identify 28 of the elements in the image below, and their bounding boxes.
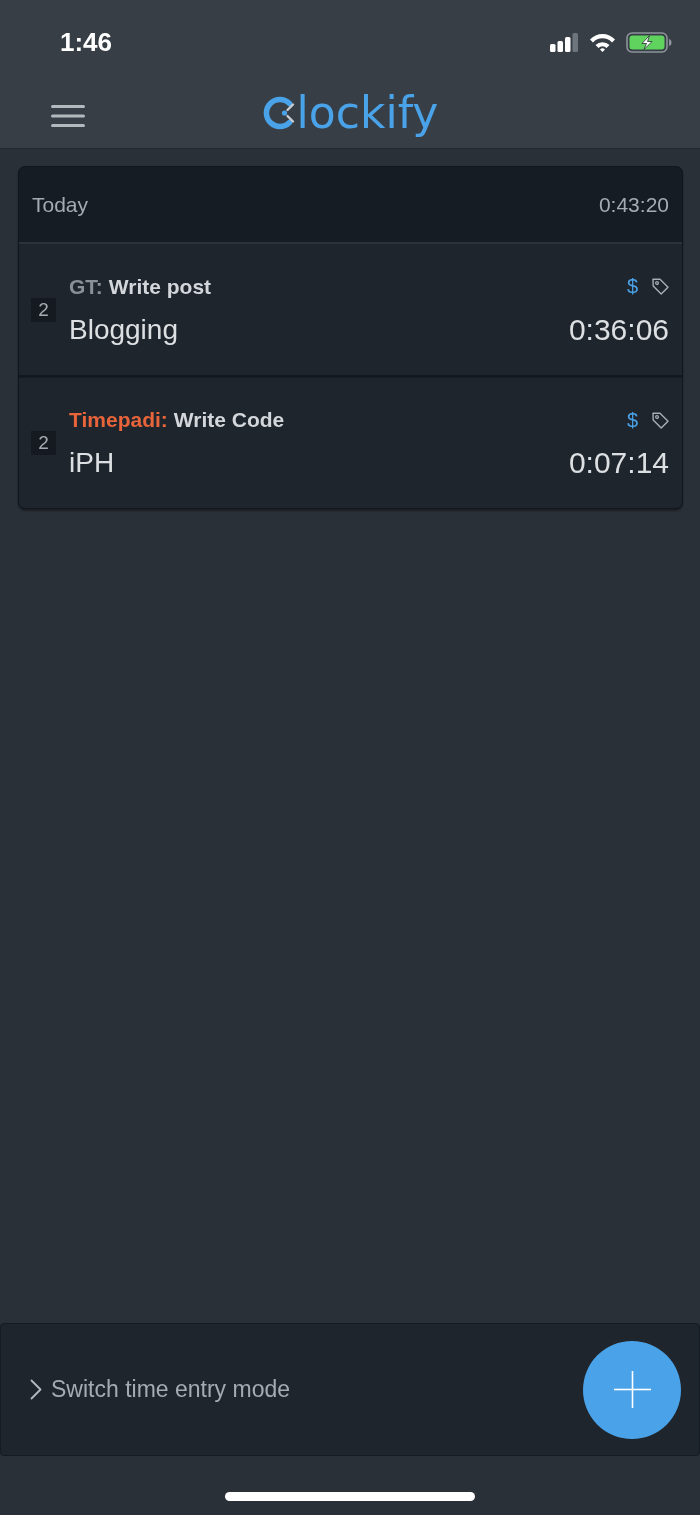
project-name: Timepadi: — [69, 408, 168, 432]
plus-icon — [613, 1371, 651, 1408]
switch-mode-link[interactable]: Switch time entry mode — [30, 1376, 291, 1403]
signal-icon — [550, 32, 579, 52]
entry-description: Blogging — [69, 313, 178, 346]
wifi-icon — [589, 32, 616, 52]
entry-duration: 0:07:14 — [568, 446, 669, 480]
day-label: Today — [32, 192, 89, 217]
entry-count-badge[interactable]: 2 — [31, 431, 56, 455]
task-name: Write post — [108, 274, 212, 299]
project-name: GT: — [69, 274, 103, 299]
day-total-duration: 0:43:20 — [598, 192, 669, 217]
tag-icon[interactable] — [652, 278, 669, 295]
entry-description: iPH — [69, 447, 115, 479]
task-name: Write Code — [173, 408, 285, 432]
chevron-right-icon — [30, 1379, 42, 1400]
clock-logo-icon — [261, 94, 296, 132]
time-entry-row[interactable]: 2 Timepadi: Write Code $ iPH 0:07:14 — [19, 377, 682, 508]
menu-icon[interactable] — [51, 104, 85, 128]
status-time: 1:46 — [60, 26, 113, 58]
battery-icon — [626, 31, 672, 53]
billable-dollar-icon[interactable]: $ — [626, 408, 638, 432]
entry-count-badge[interactable]: 2 — [31, 297, 56, 322]
billable-dollar-icon[interactable]: $ — [626, 275, 638, 298]
entry-duration: 0:36:06 — [568, 312, 669, 347]
app-logo-wordmark: lockify — [296, 91, 439, 135]
tag-icon[interactable] — [652, 411, 669, 429]
time-entry-row[interactable]: 2 GT: Write post $ Blogging 0:36:06 — [19, 244, 682, 375]
